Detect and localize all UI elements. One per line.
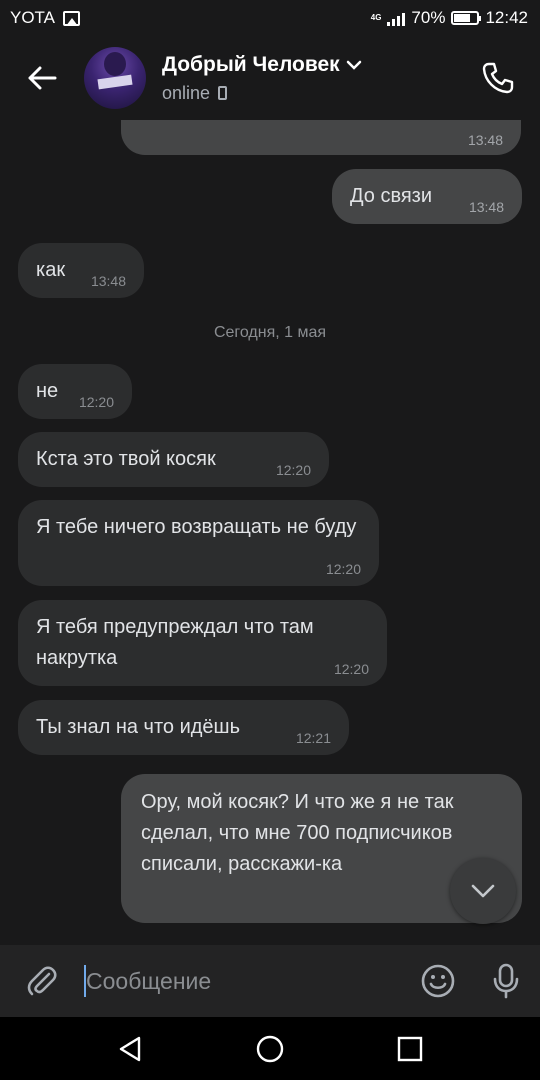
avatar-print [97, 74, 133, 90]
message-time: 12:20 [325, 561, 361, 577]
message-input-placeholder: Сообщение [86, 967, 212, 994]
chat-header: Добрый Человек online [0, 36, 540, 120]
message-bubble-incoming[interactable]: не 12:20 [18, 364, 132, 419]
battery-icon [451, 11, 482, 25]
date-separator: Сегодня, 1 мая [213, 324, 327, 341]
avatar-head [104, 52, 126, 76]
message-bubble-incoming[interactable]: Я тебе ничего возвращать не буду 12:20 [18, 500, 379, 586]
chevron-down-icon [471, 884, 495, 898]
system-navigation-bar [0, 1017, 540, 1080]
text-caret [84, 965, 86, 997]
message-composer: Сообщение [0, 945, 540, 1017]
message-bubble-outgoing[interactable]: 13:48 [121, 120, 521, 155]
arrow-left-icon [28, 66, 57, 90]
triangle-back-icon [119, 1036, 141, 1061]
message-list[interactable]: 13:48 До связи 13:48 как 13:48 Сегодня, … [0, 120, 540, 945]
call-button[interactable] [456, 36, 540, 120]
message-text: Я тебе ничего возвращать не буду [36, 516, 357, 538]
message-input[interactable]: Сообщение [84, 945, 404, 1017]
message-text: не [36, 380, 59, 402]
scroll-down-button[interactable] [450, 858, 516, 924]
message-time: 13:48 [467, 132, 503, 148]
battery-fill [454, 14, 470, 22]
phone-icon [482, 62, 514, 94]
voice-message-button[interactable] [472, 945, 540, 1017]
emoji-button[interactable] [404, 945, 472, 1017]
image-notification-icon [63, 10, 81, 26]
mobile-device-icon [218, 86, 228, 100]
signal-icon [387, 11, 406, 26]
status-bar: YOTA 4G 70% 12:42 [0, 0, 540, 36]
contact-info[interactable]: Добрый Человек online [162, 53, 362, 104]
message-bubble-incoming[interactable]: Кста это твой косяк 12:20 [18, 432, 329, 487]
clock: 12:42 [485, 8, 528, 27]
message-text: До связи [350, 185, 433, 207]
smile-icon [421, 964, 455, 998]
contact-status: online [162, 82, 211, 103]
message-text: Ору, мой косяк? И что же я не так сделал… [141, 791, 454, 875]
circle-home-icon [256, 1035, 284, 1062]
avatar[interactable] [84, 47, 146, 109]
contact-name: Добрый Человек [162, 52, 340, 76]
message-time: 12:20 [78, 394, 114, 410]
paperclip-icon [27, 966, 57, 996]
message-bubble-incoming[interactable]: как 13:48 [18, 243, 144, 298]
carrier-label: YOTA [10, 8, 56, 27]
message-bubble-incoming[interactable]: Я тебя предупреждал что там накрутка 12:… [18, 600, 387, 686]
message-bubble-incoming[interactable]: Ты знал на что идёшь 12:21 [18, 700, 349, 755]
message-time: 12:20 [275, 462, 311, 478]
message-time: 12:21 [295, 730, 331, 746]
back-button[interactable] [0, 36, 84, 120]
message-time: 13:48 [90, 273, 126, 289]
network-type-label: 4G [370, 13, 382, 22]
nav-back-button[interactable] [100, 1019, 160, 1079]
nav-recents-button[interactable] [380, 1019, 440, 1079]
battery-percent: 70% [411, 8, 446, 27]
message-text: Ты знал на что идёшь [36, 716, 241, 738]
chevron-down-icon [346, 60, 361, 70]
message-bubble-outgoing[interactable]: До связи 13:48 [332, 169, 522, 224]
message-time: 13:48 [468, 199, 504, 215]
microphone-icon [493, 963, 519, 999]
message-time: 12:20 [333, 661, 369, 677]
message-text: Я тебя предупреждал что там накрутка [36, 616, 314, 669]
message-text: Кста это твой косяк [36, 448, 216, 470]
message-text: как [36, 259, 66, 281]
attach-button[interactable] [0, 945, 84, 1017]
nav-home-button[interactable] [240, 1019, 300, 1079]
square-recents-icon [397, 1036, 423, 1061]
